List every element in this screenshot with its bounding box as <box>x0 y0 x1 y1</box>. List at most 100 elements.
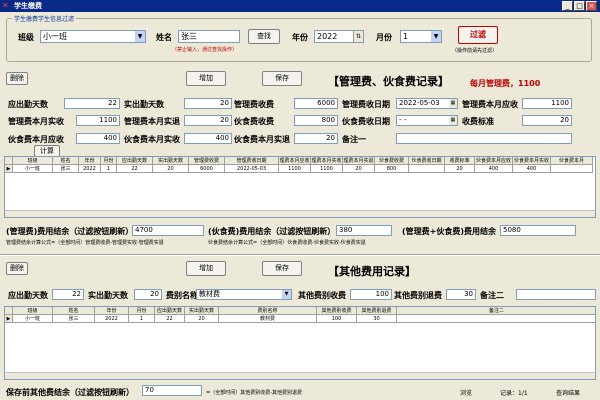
column-header[interactable]: 伙食费本月 <box>551 157 593 165</box>
table-cell[interactable]: 20 <box>343 165 375 173</box>
mgmt-balance-field[interactable]: 4700 <box>132 225 204 236</box>
table-cell[interactable]: 20 <box>153 165 189 173</box>
other-save-button[interactable]: 保存 <box>262 261 302 276</box>
meal-month-actual-field[interactable]: 400 <box>184 133 232 144</box>
table-cell[interactable]: 400 <box>475 165 513 173</box>
actual-days-field[interactable]: 20 <box>184 98 232 109</box>
other-records-grid[interactable]: 班级 小一班 姓名 张三 年份 2022 月份 1 应出勤天数 22 实出勤天数 20 费别名称 教材费其… <box>4 306 596 380</box>
maximize-button[interactable]: □ <box>574 1 585 11</box>
column-header[interactable]: 费别名称 <box>219 307 317 315</box>
table-cell[interactable]: 2022 <box>95 315 129 323</box>
meal-month-refund-field[interactable]: 20 <box>294 133 338 144</box>
table-cell[interactable]: 教材费 <box>219 315 317 323</box>
stepper-icon[interactable]: ⇅ <box>353 31 363 42</box>
calendar-icon[interactable]: ▦ <box>449 116 457 125</box>
save-button[interactable]: 保存 <box>262 71 302 86</box>
table-cell[interactable] <box>551 165 593 173</box>
column-header[interactable]: 实出勤天数 <box>185 307 219 315</box>
column-header[interactable]: 月份 <box>101 157 117 165</box>
column-header[interactable]: 理费本月应收 <box>279 157 311 165</box>
close-button[interactable]: × <box>586 1 597 11</box>
other-fee-field[interactable]: 100 <box>350 289 392 300</box>
column-header[interactable]: 理费本月实收 <box>311 157 343 165</box>
column-header[interactable]: 其他费别收费 <box>317 307 357 315</box>
column-header[interactable]: 伙食费本月实收 <box>513 157 551 165</box>
filter-button[interactable]: 过滤 <box>458 26 498 44</box>
table-cell[interactable]: 22 <box>117 165 153 173</box>
other-balance-field[interactable]: 70 <box>142 385 202 396</box>
table-cell[interactable] <box>397 315 595 323</box>
table-cell[interactable]: 22 <box>155 315 185 323</box>
table-cell[interactable]: 张三 <box>53 315 95 323</box>
table-cell[interactable]: 1 <box>129 315 155 323</box>
calendar-icon[interactable]: ▦ <box>449 99 457 108</box>
chevron-down-icon[interactable]: ▼ <box>135 31 145 42</box>
column-header[interactable]: 实出勤天数 <box>153 157 189 165</box>
column-header[interactable]: 管理费收费 <box>189 157 225 165</box>
meal-balance-field[interactable]: 380 <box>336 225 392 236</box>
table-cell[interactable]: 400 <box>513 165 551 173</box>
column-header[interactable]: 姓名 <box>53 307 95 315</box>
column-header[interactable]: 管理费收日期 <box>225 157 279 165</box>
other-due-days-field[interactable]: 22 <box>52 289 84 300</box>
mgmt-date-field[interactable]: 2022-05-03 ▦ <box>396 98 458 109</box>
table-cell[interactable]: 2022-05-03 <box>225 165 279 173</box>
meal-fee-field[interactable]: 800 <box>294 115 338 126</box>
mgmt-month-actual-field[interactable]: 1100 <box>76 115 120 126</box>
column-header[interactable]: 年份 <box>95 307 129 315</box>
table-cell[interactable]: 800 <box>375 165 409 173</box>
column-header[interactable]: 备注二 <box>397 307 595 315</box>
table-cell[interactable]: 20 <box>185 315 219 323</box>
class-select[interactable]: 小一班 ▼ <box>40 30 146 43</box>
table-cell[interactable]: 6000 <box>189 165 225 173</box>
column-header[interactable]: 应出勤天数 <box>117 157 153 165</box>
table-cell[interactable]: 1 <box>101 165 117 173</box>
column-header[interactable]: 收费标准 <box>445 157 475 165</box>
table-cell[interactable]: 30 <box>357 315 397 323</box>
meal-date-field[interactable]: - - ▦ <box>396 115 458 126</box>
column-header[interactable]: 月份 <box>129 307 155 315</box>
table-cell[interactable]: 1100 <box>279 165 311 173</box>
table-cell[interactable]: 20 <box>445 165 475 173</box>
remark2-field[interactable] <box>516 289 596 300</box>
column-header[interactable]: 姓名 <box>53 157 79 165</box>
table-cell[interactable]: 小一班 <box>13 165 53 173</box>
column-header[interactable]: 班级 <box>13 307 53 315</box>
table-cell[interactable]: 小一班 <box>13 315 53 323</box>
search-button[interactable]: 查找 <box>248 29 280 44</box>
other-add-button[interactable]: 增加 <box>186 261 226 276</box>
table-cell[interactable] <box>409 165 445 173</box>
column-header[interactable]: 伙食费收日期 <box>409 157 445 165</box>
add-button[interactable]: 增加 <box>186 71 226 86</box>
other-delete-button[interactable]: 删除 <box>6 262 28 275</box>
chevron-down-icon[interactable]: ▼ <box>431 31 441 42</box>
total-balance-field[interactable]: 5080 <box>500 225 576 236</box>
meal-month-due-field[interactable]: 400 <box>76 133 120 144</box>
other-actual-days-field[interactable]: 20 <box>134 289 162 300</box>
name-field[interactable]: 张三 <box>178 30 240 43</box>
column-header[interactable]: 理费本月实退 <box>343 157 375 165</box>
column-header[interactable]: 应出勤天数 <box>155 307 185 315</box>
column-header[interactable]: 伙食费本月应收 <box>475 157 513 165</box>
minimize-button[interactable]: _ <box>562 1 573 11</box>
mgmt-records-grid[interactable]: 班级 小一班 姓名 张三 年份 2022 月份 1 应出勤天数 22 实出勤天数 20 管理费收费 600… <box>4 156 596 218</box>
due-days-field[interactable]: 22 <box>64 98 120 109</box>
horizontal-scrollbar[interactable] <box>5 210 595 217</box>
year-stepper[interactable]: 2022 ⇅ <box>314 30 364 43</box>
chevron-down-icon[interactable]: ▼ <box>282 290 291 299</box>
table-cell[interactable]: 1100 <box>311 165 343 173</box>
mgmt-month-refund-field[interactable]: 20 <box>184 115 232 126</box>
table-cell[interactable]: 2022 <box>79 165 101 173</box>
column-header[interactable]: 年份 <box>79 157 101 165</box>
mgmt-month-due-field[interactable]: 1100 <box>522 98 572 109</box>
other-refund-field[interactable]: 30 <box>446 289 476 300</box>
table-cell[interactable]: 张三 <box>53 165 79 173</box>
fee-name-select[interactable]: 教材费 ▼ <box>196 289 292 300</box>
remark1-field[interactable] <box>396 133 572 144</box>
horizontal-scrollbar[interactable] <box>5 372 595 379</box>
delete-button[interactable]: 删除 <box>6 72 28 85</box>
column-header[interactable]: 伙食费收费 <box>375 157 409 165</box>
table-cell[interactable]: 100 <box>317 315 357 323</box>
column-header[interactable]: 其他费别退费 <box>357 307 397 315</box>
fee-std-field[interactable]: 20 <box>522 115 572 126</box>
